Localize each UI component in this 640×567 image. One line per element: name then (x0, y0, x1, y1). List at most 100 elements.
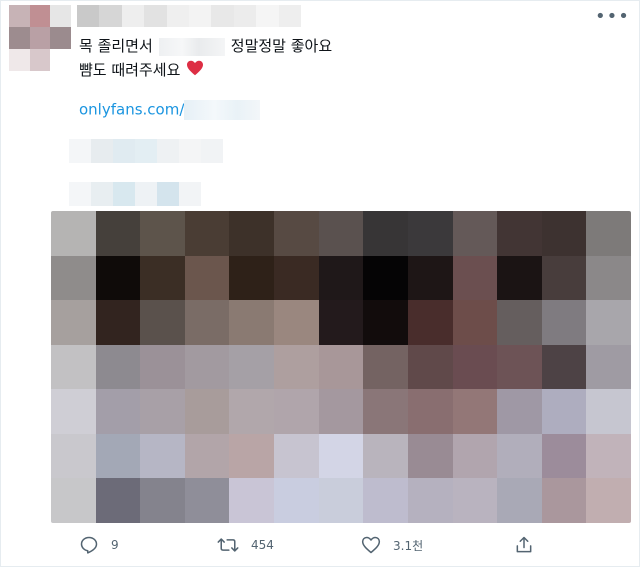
media-pixel (541, 344, 587, 390)
retweet-button[interactable]: 454 (217, 535, 274, 555)
avatar-pixel (9, 49, 30, 71)
tweet-text-end: 정말정말 좋아요 (230, 37, 333, 55)
blur-pixel (91, 139, 113, 163)
media-pixel (274, 300, 319, 345)
media-pixel (363, 389, 408, 434)
media-pixel (140, 211, 185, 256)
media-pixel (229, 433, 275, 479)
blur-pixel (135, 139, 157, 163)
media-pixel (318, 389, 364, 434)
red-heart-icon (186, 60, 204, 82)
media-pixel (363, 344, 408, 390)
tweet-card[interactable]: ••• 목 졸리면서 정말정말 좋아요 뺨도 때려주세요 onlyfans.com… (0, 0, 640, 567)
blur-pixel (113, 139, 135, 163)
blur-pixel (201, 139, 223, 163)
media-pixel (497, 478, 542, 523)
media-pixel (140, 433, 185, 479)
media-pixel (497, 433, 542, 479)
avatar[interactable] (9, 5, 71, 71)
media-image-pixelated[interactable] (51, 211, 631, 523)
media-pixel (497, 211, 542, 256)
media-pixel (140, 344, 185, 390)
media-pixel (51, 255, 96, 301)
media-pixel (95, 389, 141, 434)
media-pixel (51, 211, 96, 256)
media-pixel (497, 344, 542, 390)
blur-pixel (91, 182, 113, 206)
name-blur-pixel (189, 5, 212, 27)
blur-pixel (69, 182, 91, 206)
media-pixel (140, 255, 185, 301)
media-pixel (586, 433, 631, 479)
media-pixel (586, 300, 631, 345)
media-pixel (497, 389, 542, 434)
like-button[interactable]: 3.1천 (361, 535, 423, 555)
media-pixel (586, 255, 631, 301)
action-bar: 9 454 3.1천 (1, 535, 640, 565)
tweet-text-line2: 뺨도 때려주세요 (79, 59, 204, 82)
media-pixel (318, 300, 364, 345)
blurred-text-block-1 (69, 139, 245, 163)
share-button[interactable] (514, 535, 534, 555)
tweet-text-line2-label: 뺨도 때려주세요 (79, 61, 181, 79)
heart-outline-icon (361, 535, 381, 555)
link-text[interactable]: onlyfans.com/ (79, 101, 184, 119)
media-pixel (51, 478, 96, 523)
media-pixel (541, 211, 587, 256)
blur-pixel (223, 182, 245, 206)
blur-pixel (135, 182, 157, 206)
media-pixel (586, 478, 631, 523)
media-pixel (541, 433, 587, 479)
media-pixel (586, 389, 631, 434)
media-pixel (95, 478, 141, 523)
blur-pixel (157, 182, 179, 206)
media-pixel (140, 478, 185, 523)
media-pixel (229, 300, 275, 345)
media-pixel (140, 300, 185, 345)
name-blur-pixel (166, 5, 190, 27)
author-name-blurred[interactable] (77, 5, 302, 27)
media-pixel (363, 255, 408, 301)
media-pixel (586, 211, 631, 256)
media-pixel (363, 300, 408, 345)
media-pixel (541, 300, 587, 345)
blur-pixel (179, 139, 201, 163)
blurred-text (158, 37, 225, 56)
media-pixel (274, 433, 319, 479)
name-blur-pixel (77, 5, 100, 27)
name-blur-pixel (211, 5, 234, 27)
media-pixel (407, 478, 453, 523)
media-pixel (184, 344, 230, 390)
media-pixel (407, 211, 453, 256)
avatar-pixel (29, 49, 51, 71)
more-options-icon[interactable]: ••• (595, 8, 629, 29)
retweet-count: 454 (251, 538, 274, 552)
retweet-icon (217, 535, 239, 555)
media-pixel (274, 255, 319, 301)
tweet-link[interactable]: onlyfans.com/ (79, 100, 261, 120)
media-pixel (363, 211, 408, 256)
media-pixel (497, 255, 542, 301)
media-pixel (497, 300, 542, 345)
media-pixel (318, 478, 364, 523)
avatar-pixel (50, 5, 71, 27)
name-blur-pixel (256, 5, 279, 27)
media-pixel (184, 389, 230, 434)
reply-button[interactable]: 9 (79, 535, 119, 555)
media-pixel (274, 211, 319, 256)
media-pixel (452, 255, 498, 301)
media-pixel (541, 478, 587, 523)
media-pixel (541, 389, 587, 434)
blur-pixel (69, 139, 91, 163)
avatar-pixel (50, 27, 71, 49)
blurred-text-block-2 (69, 182, 245, 206)
name-blur-pixel (144, 5, 167, 27)
name-blur-pixel (121, 5, 145, 27)
blur-pixel (223, 139, 245, 163)
media-pixel (51, 389, 96, 434)
media-pixel (407, 344, 453, 390)
media-pixel (274, 389, 319, 434)
media-pixel (452, 478, 498, 523)
media-pixel (274, 478, 319, 523)
like-count: 3.1천 (393, 538, 424, 553)
